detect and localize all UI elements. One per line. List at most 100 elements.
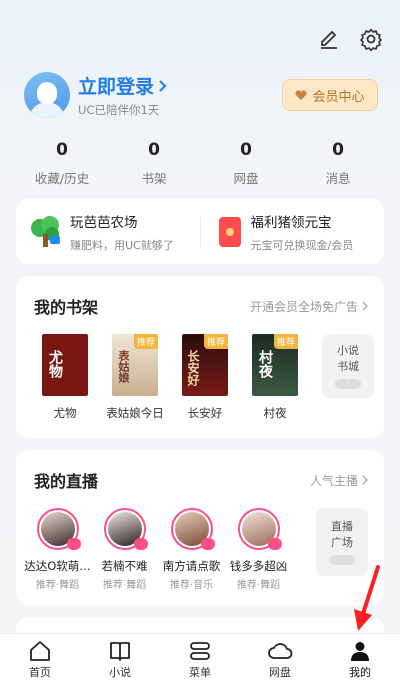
anchor-name: 若楠不难 [101, 559, 148, 573]
cover-title: 村夜 [257, 350, 273, 378]
avatar[interactable] [24, 72, 70, 118]
promo-card: 玩芭芭农场 赚肥料，用UC就够了 福利猪领元宝 元宝可兑换现金/会员 [16, 199, 384, 264]
anchor-name: 达达O软萌… [24, 559, 91, 573]
login-text: 立即登录 [78, 76, 155, 98]
stat-history[interactable]: 0 收藏/历史 [16, 140, 108, 187]
popular-anchors-text: 人气主播 [309, 473, 358, 488]
anchor-avatar [237, 508, 282, 550]
recommend-tag: 推荐 [273, 334, 298, 349]
stat-label: 收藏/历史 [34, 171, 90, 186]
tab-home[interactable]: 首页 [0, 634, 80, 685]
stats-row: 0 收藏/历史 0 书架 0 网盘 0 消息 [16, 140, 384, 187]
annotation-arrow-icon [354, 565, 380, 631]
login-block[interactable]: 立即登录 UC已陪伴你1天 [78, 72, 168, 118]
vip-label: 会员中心 [312, 89, 365, 105]
promo-subtitle: 元宝可兑换现金/会员 [250, 238, 354, 252]
book-name: 表姑娘今日 [106, 406, 164, 420]
cloud-icon [268, 643, 293, 659]
profile-header: 立即登录 UC已陪伴你1天 会员中心 [24, 70, 378, 120]
tab-label: 菜单 [189, 666, 211, 679]
tab-label: 我的 [349, 666, 371, 679]
live-title: 我的直播 [34, 472, 99, 491]
book-name: 长安好 [187, 406, 223, 420]
vip-center-button[interactable]: 会员中心 [282, 79, 378, 111]
anchor-item[interactable]: 达达O软萌… 推荐·舞蹈 [24, 508, 91, 591]
anchor-avatar [36, 508, 81, 550]
book-item[interactable]: 推荐 表姑娘 表姑娘今日 [100, 334, 170, 421]
book-cover: 推荐 长安好 [182, 334, 228, 396]
book-name: 尤物 [53, 406, 77, 420]
live-icon [200, 538, 215, 550]
pig-promo[interactable]: 福利猪领元宝 元宝可兑换现金/会员 [201, 211, 385, 253]
chevron-right-icon [362, 301, 368, 311]
promo-title: 玩芭芭农场 [70, 214, 138, 231]
stat-label: 书架 [141, 171, 167, 186]
bookshelf-card: 我的书架 开通会员全场免广告 尤物 尤物 推荐 表姑娘 表姑娘今日 推荐 长安好… [16, 276, 384, 438]
arrow-pill-icon: › [335, 379, 361, 389]
cover-title: 尤物 [47, 350, 63, 378]
chevron-right-icon [159, 79, 167, 92]
red-envelope-icon [218, 216, 241, 247]
tab-label: 网盘 [269, 666, 291, 679]
promo-title: 福利猪领元宝 [250, 214, 332, 231]
stat-cloud[interactable]: 0 网盘 [200, 140, 292, 187]
anchor-avatar [103, 508, 148, 550]
anchor-name: 钱多多超凶 [229, 559, 288, 573]
more-label: 小说 [337, 344, 359, 357]
anchor-name: 南方请点歌 [162, 559, 221, 573]
tab-label: 小说 [109, 666, 131, 679]
cover-title: 表姑娘 [117, 350, 130, 383]
stat-bookshelf[interactable]: 0 书架 [108, 140, 200, 187]
arrow-pill-icon [329, 555, 355, 565]
book-icon [110, 642, 130, 661]
promo-subtitle: 赚肥料，用UC就够了 [70, 238, 174, 252]
anchor-category: 推荐·舞蹈 [236, 580, 281, 591]
book-cover: 推荐 表姑娘 [112, 334, 158, 396]
tree-icon [28, 214, 64, 250]
stat-label: 网盘 [233, 171, 259, 186]
edit-icon[interactable] [316, 26, 342, 52]
stat-value: 0 [240, 140, 252, 160]
live-icon [133, 538, 148, 550]
more-label: 书城 [337, 360, 359, 373]
tab-label: 首页 [29, 666, 51, 679]
recommend-tag: 推荐 [133, 334, 158, 349]
more-label: 广场 [331, 536, 353, 549]
popular-anchors-link[interactable]: 人气主播 [310, 472, 368, 489]
live-icon [267, 538, 282, 550]
tab-menu[interactable]: 菜单 [160, 634, 240, 685]
stat-label: 消息 [325, 171, 351, 186]
book-item[interactable]: 推荐 长安好 长安好 [170, 334, 240, 421]
book-item[interactable]: 尤物 尤物 [30, 334, 100, 421]
cover-title: 长安好 [186, 350, 200, 386]
more-label: 直播 [331, 520, 353, 533]
book-cover: 推荐 村夜 [252, 334, 298, 396]
login-link[interactable]: 立即登录 [78, 72, 168, 99]
anchor-item[interactable]: 钱多多超凶 推荐·舞蹈 [225, 508, 292, 591]
stat-value: 0 [332, 140, 344, 160]
anchor-category: 推荐·音乐 [169, 580, 214, 591]
top-toolbar [316, 26, 384, 52]
stat-value: 0 [56, 140, 68, 160]
tab-cloud[interactable]: 网盘 [240, 634, 320, 685]
anchor-item[interactable]: 南方请点歌 推荐·音乐 [158, 508, 225, 591]
user-icon [351, 642, 369, 661]
book-item[interactable]: 推荐 村夜 村夜 [240, 334, 310, 421]
book-name: 村夜 [263, 406, 287, 420]
farm-promo[interactable]: 玩芭芭农场 赚肥料，用UC就够了 [16, 211, 200, 253]
no-ads-link-text: 开通会员全场免广告 [249, 299, 358, 314]
novel-store-button[interactable]: 小说 书城 › [322, 334, 374, 398]
home-icon [30, 641, 50, 661]
live-icon [66, 538, 81, 550]
stat-messages[interactable]: 0 消息 [292, 140, 384, 187]
book-cover: 尤物 [42, 334, 88, 396]
stat-value: 0 [148, 140, 160, 160]
anchor-item[interactable]: 若楠不难 推荐·舞蹈 [91, 508, 158, 591]
no-ads-link[interactable]: 开通会员全场免广告 [250, 298, 368, 315]
anchor-category: 推荐·舞蹈 [35, 580, 80, 591]
anchor-avatar [170, 508, 215, 550]
gear-icon[interactable] [358, 26, 384, 52]
heart-icon [296, 89, 307, 100]
tab-mine[interactable]: 我的 [320, 634, 400, 685]
tab-novel[interactable]: 小说 [80, 634, 160, 685]
